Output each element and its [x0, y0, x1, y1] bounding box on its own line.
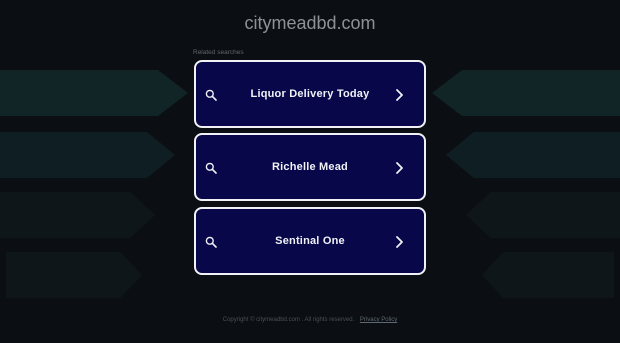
bg-shape-right-2	[446, 132, 620, 178]
related-search-item-sentinal-one[interactable]: Sentinal One	[194, 207, 426, 275]
search-icon	[205, 89, 217, 101]
domain-title: citymeadbd.com	[244, 13, 376, 33]
bg-shape-right-4	[482, 252, 614, 298]
chevron-right-icon	[396, 162, 403, 174]
related-search-label: Sentinal One	[275, 235, 345, 247]
footer: Copyright © citymeadbd.com . All rights …	[0, 317, 620, 323]
bg-shape-left-2	[0, 132, 175, 178]
bg-shape-right-3	[466, 192, 620, 238]
related-searches-label: Related searches	[193, 49, 244, 56]
search-icon	[205, 236, 217, 248]
privacy-policy-link[interactable]: Privacy Policy	[360, 317, 397, 323]
bg-shape-left-4	[6, 252, 142, 298]
related-search-label: Liquor Delivery Today	[250, 88, 370, 100]
related-search-item-richelle-mead[interactable]: Richelle Mead	[194, 133, 426, 201]
search-icon	[205, 162, 217, 174]
related-search-item-liquor-delivery-today[interactable]: Liquor Delivery Today	[194, 60, 426, 128]
chevron-right-icon	[396, 89, 403, 101]
bg-shape-left-3	[0, 192, 155, 238]
related-search-label: Richelle Mead	[272, 161, 348, 173]
bg-shape-left-1	[0, 70, 188, 116]
chevron-right-icon	[396, 236, 403, 248]
bg-shape-right-1	[432, 70, 620, 116]
copyright-text: Copyright © citymeadbd.com . All rights …	[222, 317, 355, 323]
